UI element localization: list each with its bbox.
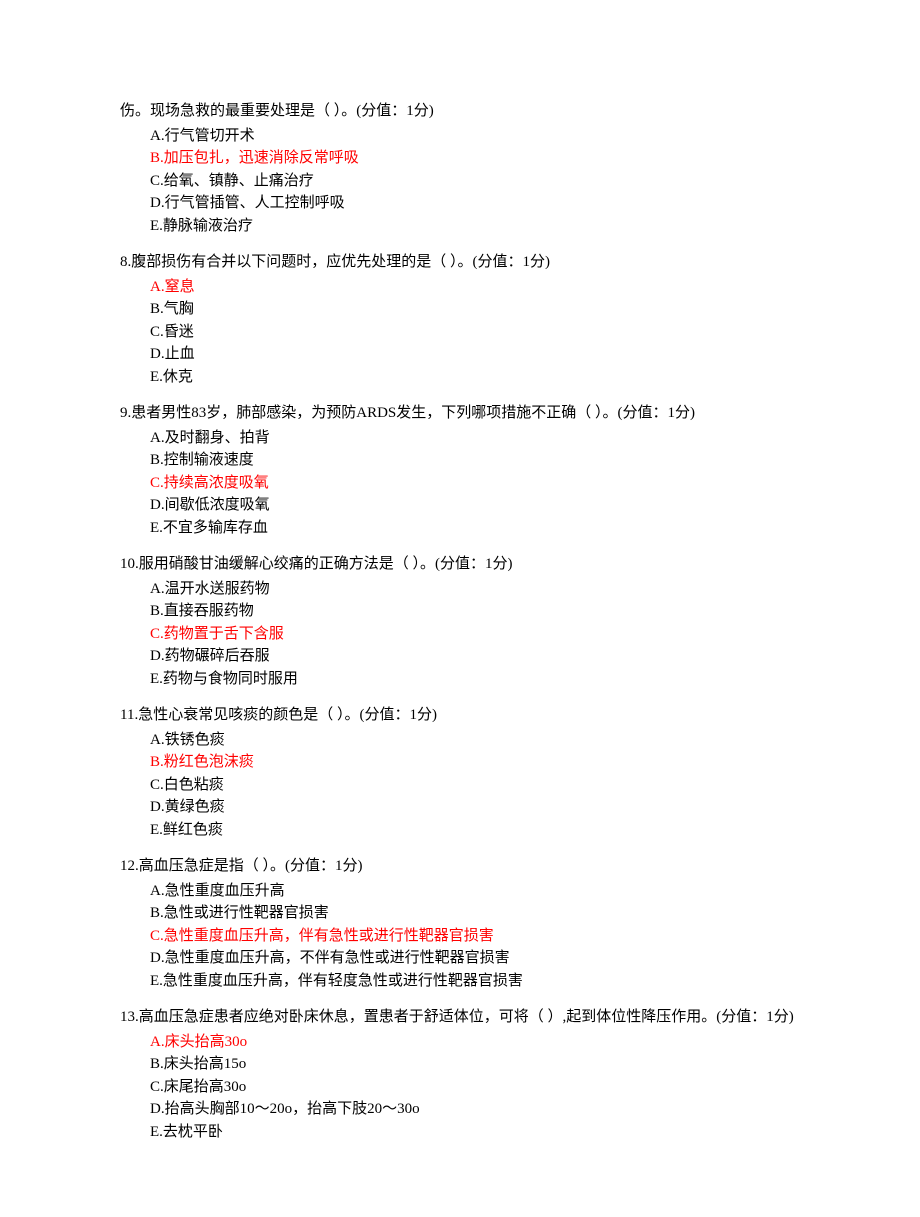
option-c: C.急性重度血压升高，伴有急性或进行性靶器官损害 bbox=[120, 925, 800, 948]
option-c: C.持续高浓度吸氧 bbox=[120, 472, 800, 495]
option-c: C.床尾抬高30o bbox=[120, 1076, 800, 1099]
question-stem: 11.急性心衰常见咳痰的颜色是（ ）。(分值：1分) bbox=[120, 704, 800, 727]
question-stem: 9.患者男性83岁，肺部感染，为预防ARDS发生，下列哪项措施不正确（ ）。(分… bbox=[120, 402, 800, 425]
option-b: B.直接吞服药物 bbox=[120, 600, 800, 623]
option-a: A.行气管切开术 bbox=[120, 125, 800, 148]
question-11: 11.急性心衰常见咳痰的颜色是（ ）。(分值：1分) A.铁锈色痰 B.粉红色泡… bbox=[120, 704, 800, 841]
question-12: 12.高血压急症是指（ ）。(分值：1分) A.急性重度血压升高 B.急性或进行… bbox=[120, 855, 800, 992]
option-e: E.休克 bbox=[120, 366, 800, 389]
option-b: B.急性或进行性靶器官损害 bbox=[120, 902, 800, 925]
page: 伤。现场急救的最重要处理是（ ）。(分值：1分) A.行气管切开术 B.加压包扎… bbox=[0, 0, 920, 1217]
option-e: E.药物与食物同时服用 bbox=[120, 668, 800, 691]
question-10: 10.服用硝酸甘油缓解心绞痛的正确方法是（ ）。(分值：1分) A.温开水送服药… bbox=[120, 553, 800, 690]
question-7: 伤。现场急救的最重要处理是（ ）。(分值：1分) A.行气管切开术 B.加压包扎… bbox=[120, 100, 800, 237]
option-e: E.去枕平卧 bbox=[120, 1121, 800, 1144]
option-d: D.黄绿色痰 bbox=[120, 796, 800, 819]
option-a: A.窒息 bbox=[120, 276, 800, 299]
option-a: A.急性重度血压升高 bbox=[120, 880, 800, 903]
option-d: D.行气管插管、人工控制呼吸 bbox=[120, 192, 800, 215]
option-d: D.止血 bbox=[120, 343, 800, 366]
option-a: A.温开水送服药物 bbox=[120, 578, 800, 601]
option-a: A.及时翻身、拍背 bbox=[120, 427, 800, 450]
question-13: 13.高血压急症患者应绝对卧床休息，置患者于舒适体位，可将（ ）,起到体位性降压… bbox=[120, 1006, 800, 1143]
option-a: A.床头抬高30o bbox=[120, 1031, 800, 1054]
question-stem: 伤。现场急救的最重要处理是（ ）。(分值：1分) bbox=[120, 100, 800, 123]
option-d: D.急性重度血压升高，不伴有急性或进行性靶器官损害 bbox=[120, 947, 800, 970]
option-e: E.不宜多输库存血 bbox=[120, 517, 800, 540]
option-e: E.鲜红色痰 bbox=[120, 819, 800, 842]
option-c: C.药物置于舌下含服 bbox=[120, 623, 800, 646]
question-stem: 13.高血压急症患者应绝对卧床休息，置患者于舒适体位，可将（ ）,起到体位性降压… bbox=[120, 1006, 800, 1029]
option-b: B.粉红色泡沫痰 bbox=[120, 751, 800, 774]
option-a: A.铁锈色痰 bbox=[120, 729, 800, 752]
option-d: D.抬高头胸部10～20o，抬高下肢20～30o bbox=[120, 1098, 800, 1121]
option-b: B.床头抬高15o bbox=[120, 1053, 800, 1076]
question-stem: 10.服用硝酸甘油缓解心绞痛的正确方法是（ ）。(分值：1分) bbox=[120, 553, 800, 576]
question-8: 8.腹部损伤有合并以下问题时，应优先处理的是（ ）。(分值：1分) A.窒息 B… bbox=[120, 251, 800, 388]
option-c: C.白色粘痰 bbox=[120, 774, 800, 797]
question-stem: 12.高血压急症是指（ ）。(分值：1分) bbox=[120, 855, 800, 878]
option-d: D.药物碾碎后吞服 bbox=[120, 645, 800, 668]
option-b: B.控制输液速度 bbox=[120, 449, 800, 472]
question-9: 9.患者男性83岁，肺部感染，为预防ARDS发生，下列哪项措施不正确（ ）。(分… bbox=[120, 402, 800, 539]
option-e: E.急性重度血压升高，伴有轻度急性或进行性靶器官损害 bbox=[120, 970, 800, 993]
question-stem: 8.腹部损伤有合并以下问题时，应优先处理的是（ ）。(分值：1分) bbox=[120, 251, 800, 274]
option-e: E.静脉输液治疗 bbox=[120, 215, 800, 238]
option-b: B.气胸 bbox=[120, 298, 800, 321]
option-b: B.加压包扎，迅速消除反常呼吸 bbox=[120, 147, 800, 170]
option-c: C.昏迷 bbox=[120, 321, 800, 344]
option-d: D.间歇低浓度吸氧 bbox=[120, 494, 800, 517]
option-c: C.给氧、镇静、止痛治疗 bbox=[120, 170, 800, 193]
